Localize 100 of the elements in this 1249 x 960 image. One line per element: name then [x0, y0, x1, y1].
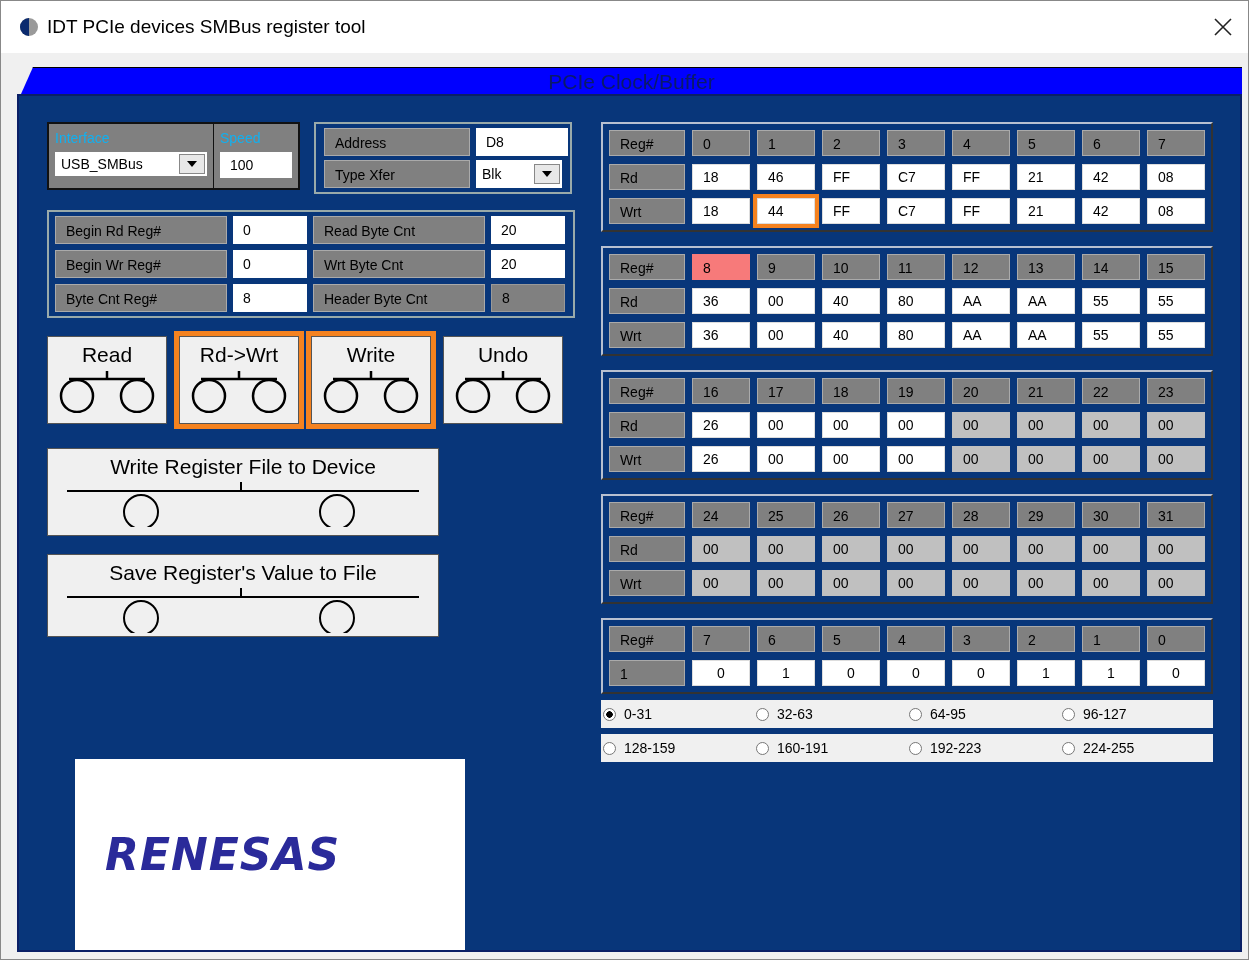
register-number: 26	[822, 502, 880, 528]
number-field[interactable]: 0	[233, 250, 307, 278]
row-header: Wrt	[609, 322, 685, 348]
address-field[interactable]: D8	[476, 128, 568, 156]
register-value-field[interactable]: FF	[952, 198, 1010, 224]
row-header: 1	[609, 660, 685, 686]
register-value-field[interactable]: 08	[1147, 164, 1205, 190]
interface-dropdown[interactable]: USB_SMBus	[55, 152, 207, 176]
register-number: 0	[692, 130, 750, 156]
bit-number: 7	[692, 626, 750, 652]
range-radio[interactable]: 64-95	[907, 706, 966, 722]
field-label: Type Xfer	[324, 160, 470, 188]
register-value-field[interactable]: 40	[822, 288, 880, 314]
register-value-field[interactable]: 55	[1147, 288, 1205, 314]
register-number: 3	[887, 130, 945, 156]
register-number: 13	[1017, 254, 1075, 280]
register-value-field[interactable]: C7	[887, 164, 945, 190]
register-value-field[interactable]: 00	[757, 446, 815, 472]
range-radio[interactable]: 96-127	[1060, 706, 1127, 722]
register-value-field[interactable]: 00	[887, 446, 945, 472]
register-number: 21	[1017, 378, 1075, 404]
file-button[interactable]: Write Register File to Device	[47, 448, 439, 536]
register-value-field[interactable]: FF	[822, 164, 880, 190]
bit-value-field[interactable]: 1	[1082, 660, 1140, 686]
register-value-field[interactable]: 00	[822, 412, 880, 438]
bit-value-field[interactable]: 0	[887, 660, 945, 686]
register-number: 20	[952, 378, 1010, 404]
register-value-field[interactable]: 08	[1147, 198, 1205, 224]
bit-value-field[interactable]: 0	[822, 660, 880, 686]
register-value-field[interactable]: 00	[757, 288, 815, 314]
register-value-field[interactable]: 21	[1017, 198, 1075, 224]
field-label: Byte Cnt Reg#	[55, 284, 227, 312]
register-value-field[interactable]: 40	[822, 322, 880, 348]
register-value-field[interactable]: 55	[1082, 322, 1140, 348]
register-value-field[interactable]: 46	[757, 164, 815, 190]
number-field[interactable]: 0	[233, 216, 307, 244]
range-radio[interactable]: 128-159	[601, 740, 676, 756]
action-button[interactable]: Read	[47, 336, 167, 424]
register-value-field[interactable]: 55	[1082, 288, 1140, 314]
register-value-field[interactable]: 26	[692, 446, 750, 472]
range-radio[interactable]: 0-31	[601, 706, 653, 722]
row-header: Rd	[609, 288, 685, 314]
register-number: 2	[822, 130, 880, 156]
number-field[interactable]: 20	[491, 250, 565, 278]
register-value-field[interactable]: 21	[1017, 164, 1075, 190]
register-number: 10	[822, 254, 880, 280]
close-icon[interactable]	[1214, 18, 1232, 36]
action-button[interactable]: Undo	[443, 336, 563, 424]
register-value-field[interactable]: FF	[952, 164, 1010, 190]
row-header: Wrt	[609, 570, 685, 596]
bit-value-field[interactable]: 0	[952, 660, 1010, 686]
register-number: 14	[1082, 254, 1140, 280]
register-value-field[interactable]: 36	[692, 288, 750, 314]
file-button[interactable]: Save Register's Value to File	[47, 553, 439, 637]
register-value-field[interactable]: 80	[887, 322, 945, 348]
range-radio[interactable]: 32-63	[754, 706, 813, 722]
two-circles-icon	[57, 369, 157, 413]
register-number: 4	[952, 130, 1010, 156]
register-value-field[interactable]: 18	[692, 164, 750, 190]
register-number: 15	[1147, 254, 1205, 280]
bit-value-field[interactable]: 1	[757, 660, 815, 686]
range-radio[interactable]: 160-191	[754, 740, 829, 756]
register-value-field[interactable]: 18	[692, 198, 750, 224]
type-dropdown[interactable]: Blk	[476, 160, 562, 188]
bit-value-field[interactable]: 0	[1147, 660, 1205, 686]
register-value-field[interactable]: 42	[1082, 198, 1140, 224]
row-header: Rd	[609, 536, 685, 562]
register-value-field[interactable]: AA	[952, 288, 1010, 314]
two-circles-icon	[189, 369, 289, 413]
register-value-field[interactable]: C7	[887, 198, 945, 224]
register-number: 9	[757, 254, 815, 280]
register-value-field[interactable]: 55	[1147, 322, 1205, 348]
register-value-field[interactable]: AA	[1017, 288, 1075, 314]
bit-number: 1	[1082, 626, 1140, 652]
bit-value-field[interactable]: 1	[1017, 660, 1075, 686]
number-field[interactable]: 8	[233, 284, 307, 312]
field-label: Wrt Byte Cnt	[313, 250, 485, 278]
register-value-field[interactable]: 80	[887, 288, 945, 314]
register-value-field[interactable]: 36	[692, 322, 750, 348]
bit-number: 2	[1017, 626, 1075, 652]
speed-field[interactable]: 100	[220, 152, 292, 178]
register-number: 30	[1082, 502, 1140, 528]
number-field[interactable]: 20	[491, 216, 565, 244]
row-header: Reg#	[609, 130, 685, 156]
speed-label: Speed	[220, 130, 262, 146]
bit-value-field[interactable]: 0	[692, 660, 750, 686]
two-circles-icon	[321, 369, 421, 413]
register-value-field[interactable]: 42	[1082, 164, 1140, 190]
register-value-field[interactable]: FF	[822, 198, 880, 224]
range-radio[interactable]: 224-255	[1060, 740, 1135, 756]
register-value-field[interactable]: AA	[1017, 322, 1075, 348]
register-value-field[interactable]: AA	[952, 322, 1010, 348]
register-value-field[interactable]: 00	[757, 412, 815, 438]
register-value-field[interactable]: 00	[822, 446, 880, 472]
register-number: 28	[952, 502, 1010, 528]
register-number: 18	[822, 378, 880, 404]
register-value-field[interactable]: 00	[887, 412, 945, 438]
range-radio[interactable]: 192-223	[907, 740, 982, 756]
register-value-field[interactable]: 26	[692, 412, 750, 438]
register-value-field[interactable]: 00	[757, 322, 815, 348]
